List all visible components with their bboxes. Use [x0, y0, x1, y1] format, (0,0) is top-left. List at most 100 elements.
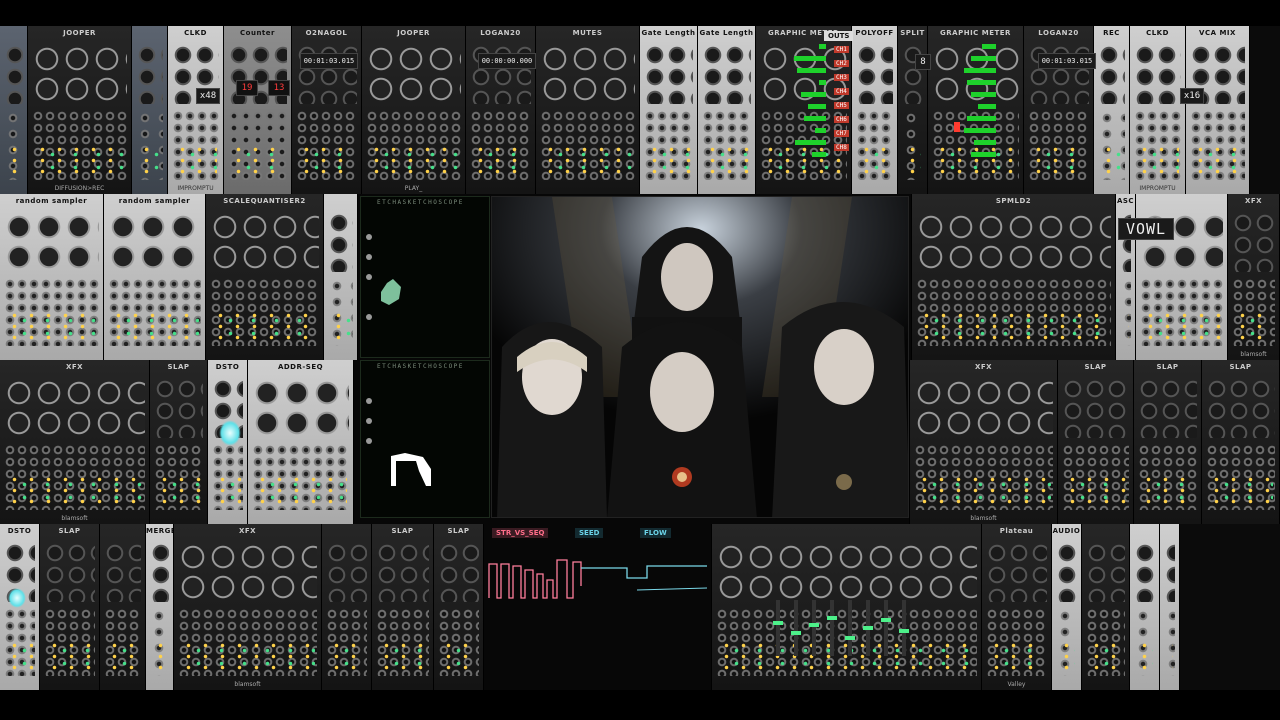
- module-row1-9: Gate Length: [640, 26, 698, 194]
- module-row4-6: SLAP: [372, 524, 434, 690]
- module-footer: blamsoft: [61, 515, 88, 522]
- led-array: [1030, 144, 1087, 174]
- module-row3-0: XFX blamsoft: [0, 360, 150, 524]
- module-row3-8: SLAP: [1202, 360, 1280, 524]
- knob-array[interactable]: [702, 44, 751, 104]
- module-title: Gate Length: [641, 29, 696, 37]
- module-row3-6: SLAP: [1058, 360, 1134, 524]
- module-row4-1: SLAP: [40, 524, 100, 690]
- knob-array[interactable]: [1062, 378, 1129, 438]
- knob-array[interactable]: [154, 378, 203, 438]
- led-array: [1142, 310, 1221, 340]
- tab-flow[interactable]: FLOW: [640, 528, 671, 538]
- meter-bar: [800, 92, 826, 97]
- led-array: [6, 144, 21, 174]
- module-title: Counter: [240, 29, 275, 37]
- meter-bar: [981, 44, 996, 49]
- led-array: [1088, 640, 1123, 670]
- led-array: [718, 640, 975, 670]
- tab-str-vs-seq[interactable]: STR_VS_SEQ: [492, 528, 549, 538]
- vowl-display: VOWL: [1118, 218, 1174, 240]
- led-array: [156, 474, 201, 504]
- module-footer: IMPROMPTU: [1139, 185, 1176, 192]
- knob-array[interactable]: [540, 44, 635, 104]
- knob-array[interactable]: [902, 44, 923, 104]
- knob-array[interactable]: [326, 542, 367, 602]
- knob-array[interactable]: [1134, 44, 1181, 104]
- knob-array[interactable]: [1164, 542, 1175, 602]
- module-row4-13: [1130, 524, 1160, 690]
- knob-array[interactable]: [178, 542, 317, 602]
- meter-bar: [970, 56, 996, 61]
- knob-array[interactable]: [32, 44, 127, 104]
- meter-bar: [808, 104, 826, 109]
- knob-array[interactable]: [1134, 542, 1155, 602]
- led-array: [988, 640, 1045, 670]
- knob-array[interactable]: [856, 44, 893, 104]
- module-title: SCALEQUANTISER2: [223, 197, 306, 205]
- knob-array[interactable]: [150, 542, 169, 602]
- mixer-fader[interactable]: [845, 600, 855, 656]
- led-array: [254, 474, 347, 504]
- knob-array[interactable]: [644, 44, 693, 104]
- mixer-fader[interactable]: [863, 600, 873, 656]
- module-row3-1: SLAP: [150, 360, 208, 524]
- knob-array[interactable]: [914, 378, 1053, 438]
- knob-array[interactable]: [986, 542, 1047, 602]
- led-array: [138, 144, 161, 174]
- module-title: CLKD: [1146, 29, 1169, 37]
- o2n-time-display: 00:01:03.015: [300, 53, 358, 69]
- knob-array[interactable]: [4, 44, 23, 104]
- knob-array[interactable]: [716, 542, 977, 602]
- etch-scope-top: ETCHASKETCHOSCOPE: [360, 196, 490, 358]
- meter-bar: [974, 140, 996, 145]
- logan2-time-display: 00:01:03.015: [1038, 53, 1096, 69]
- led-array: [34, 144, 125, 174]
- knob-array[interactable]: [4, 378, 145, 438]
- artwork-image: [492, 197, 908, 517]
- mixer-fader[interactable]: [791, 600, 801, 656]
- knob-array[interactable]: [1206, 378, 1275, 438]
- knob-array[interactable]: [4, 212, 99, 272]
- mixer-fader[interactable]: [773, 600, 783, 656]
- led-array: [762, 144, 845, 174]
- mixer-fader[interactable]: [827, 600, 837, 656]
- meter-channel-label: CH5: [834, 102, 849, 109]
- knob-array[interactable]: [44, 542, 95, 602]
- mixer-fader[interactable]: [881, 600, 891, 656]
- knob-array[interactable]: [1098, 44, 1125, 104]
- knob-array[interactable]: [210, 212, 319, 272]
- knob-array[interactable]: [1232, 212, 1275, 272]
- module-row4-11: AUDIO: [1052, 524, 1082, 690]
- knob-array[interactable]: [366, 44, 461, 104]
- module-row1-10: Gate Length: [698, 26, 756, 194]
- knob-array[interactable]: [108, 212, 201, 272]
- led-array: [646, 144, 691, 174]
- knob-array[interactable]: [328, 212, 353, 272]
- knob-array[interactable]: [104, 542, 141, 602]
- knob-array[interactable]: [1086, 542, 1125, 602]
- tab-seed[interactable]: SEED: [575, 528, 604, 538]
- module-row1-7: LOGAN20: [466, 26, 536, 194]
- knob-array[interactable]: [1138, 378, 1197, 438]
- meter-bar: [818, 44, 826, 49]
- module-title: SLAP: [447, 527, 470, 535]
- module-row1-2: [132, 26, 168, 194]
- module-title: SLAP: [1156, 363, 1179, 371]
- knob-array[interactable]: [252, 378, 349, 438]
- mixer-fader[interactable]: [809, 600, 819, 656]
- knob-array[interactable]: [136, 44, 163, 104]
- mixer-fader[interactable]: [899, 600, 909, 656]
- module-title: DSTO: [7, 527, 32, 535]
- knob-array[interactable]: [916, 212, 1111, 272]
- module-row4-5: [322, 524, 372, 690]
- module-row3-7: SLAP: [1134, 360, 1202, 524]
- knob-array[interactable]: [1056, 542, 1077, 602]
- meter-bar: [963, 68, 996, 73]
- knob-array[interactable]: [376, 542, 429, 602]
- sequencer-trace: [488, 559, 708, 599]
- led-array: [916, 474, 1051, 504]
- led-array: [1192, 144, 1243, 174]
- knob-array[interactable]: [438, 542, 479, 602]
- module-row2-0: random sampler: [0, 194, 104, 360]
